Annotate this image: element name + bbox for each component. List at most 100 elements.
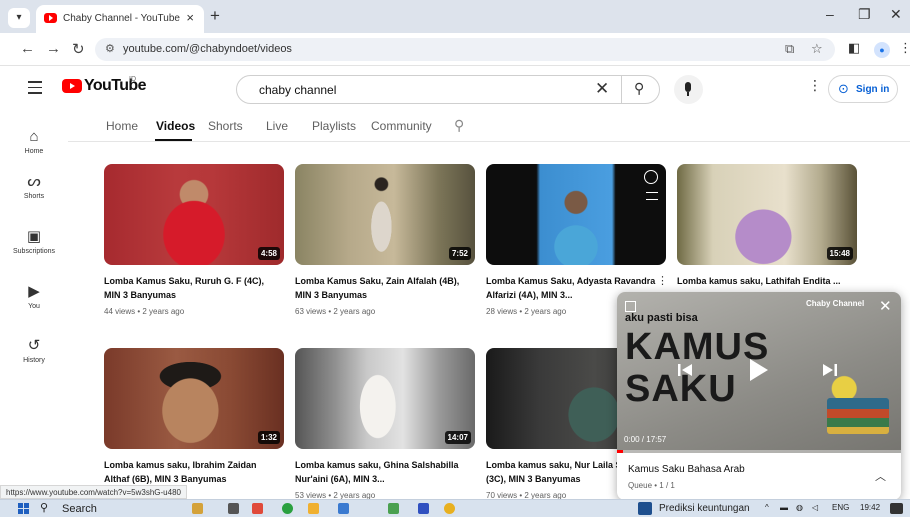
settings-menu-icon[interactable]: ⋮ <box>808 77 822 94</box>
back-arrow-icon[interactable]: ← <box>20 40 35 57</box>
video-thumbnail[interactable]: 7:52 <box>295 164 475 265</box>
chevron-up-icon[interactable]: ︿ <box>875 468 886 484</box>
miniplayer[interactable]: aku pasti bisa KAMUS SAKU Chaby Channel … <box>617 292 901 500</box>
tab-home[interactable]: Home <box>106 119 138 133</box>
guide-label: Subscriptions <box>12 248 56 255</box>
video-title[interactable]: Lomba Kamus Saku, Zain Alfalah (4B), MIN… <box>295 274 471 302</box>
network-icon[interactable]: ◍ <box>796 503 803 512</box>
taskbar-search-icon[interactable]: ⚲ <box>40 501 48 514</box>
new-tab-button[interactable]: + <box>210 6 220 26</box>
windows-start-icon[interactable] <box>18 503 29 514</box>
language-indicator[interactable]: ENG <box>832 503 849 512</box>
side-panel-icon[interactable]: ◧ <box>848 40 860 56</box>
search-box[interactable]: chaby channel ✕ ⚲ <box>236 75 660 104</box>
video-title[interactable]: Lomba kamus saku, Ghina Salshabilla Nur'… <box>295 458 471 486</box>
video-thumbnail[interactable]: 14:07 <box>295 348 475 449</box>
taskbar-app-icon[interactable] <box>418 503 429 514</box>
guide-item-you[interactable]: ▶ You <box>0 282 68 310</box>
guide-item-home[interactable]: ⌂ Home <box>0 128 68 155</box>
video-title[interactable]: Lomba kamus saku, Ibrahim Zaidan Althaf … <box>104 458 280 486</box>
channel-search-icon[interactable]: ⚲ <box>454 117 464 134</box>
tab-playlists[interactable]: Playlists <box>312 119 356 133</box>
guide-label: Shorts <box>23 193 45 200</box>
guide-item-subscriptions[interactable]: ▣ Subscriptions <box>0 227 68 255</box>
taskbar-app-icon[interactable] <box>282 503 293 514</box>
tab-community[interactable]: Community <box>371 119 432 133</box>
video-big-text-1: KAMUS <box>625 326 770 368</box>
video-thumbnail[interactable]: 1:32 <box>104 348 284 449</box>
miniplayer-close-icon[interactable]: ✕ <box>879 297 892 315</box>
chrome-icon[interactable] <box>444 503 455 514</box>
tab-videos[interactable]: Videos <box>156 119 195 133</box>
search-icon[interactable]: ⚲ <box>634 80 644 97</box>
guide-label: You <box>28 303 40 310</box>
taskbar-app-icon[interactable] <box>338 503 349 514</box>
miniplayer-time: 0:00 / 17:57 <box>624 435 667 444</box>
minimize-icon[interactable]: – <box>826 6 834 22</box>
tray-app-icon[interactable]: ▬ <box>780 503 788 512</box>
news-widget-icon[interactable] <box>638 502 652 515</box>
play-icon[interactable] <box>750 359 768 381</box>
home-icon: ⌂ <box>29 128 39 145</box>
guide-item-shorts[interactable]: ᔕ Shorts <box>0 172 68 200</box>
taskbar-search-label[interactable]: Search <box>62 503 97 515</box>
browser-tab-strip: ▾ Chaby Channel - YouTube × + – ❐ ✕ <box>0 0 910 33</box>
url-text[interactable]: youtube.com/@chabyndoet/videos <box>123 43 292 55</box>
tab-close-icon[interactable]: × <box>186 10 194 25</box>
video-duration: 4:58 <box>257 247 280 260</box>
miniplayer-video[interactable]: aku pasti bisa KAMUS SAKU Chaby Channel … <box>617 292 901 453</box>
guide-menu-icon[interactable] <box>28 81 42 98</box>
window-close-icon[interactable]: ✕ <box>890 6 902 23</box>
books-illustration <box>827 398 889 434</box>
bookmark-star-icon[interactable]: ☆ <box>811 41 823 57</box>
taskbar-widget-icon[interactable] <box>192 503 203 514</box>
youtube-wordmark[interactable]: YouTube <box>84 77 146 95</box>
youtube-logo-icon[interactable] <box>62 79 82 93</box>
clear-search-icon[interactable]: ✕ <box>595 79 609 99</box>
previous-icon[interactable] <box>677 362 693 378</box>
video-thumbnail[interactable]: 4:58 <box>104 164 284 265</box>
browser-tab[interactable]: Chaby Channel - YouTube × <box>36 5 204 33</box>
task-view-icon[interactable] <box>228 503 239 514</box>
tab-live[interactable]: Live <box>266 119 288 133</box>
tray-chevron-icon[interactable]: ^ <box>765 503 769 512</box>
video-title[interactable]: Lomba Kamus Saku, Ruruh G. F (4C), MIN 3… <box>104 274 280 302</box>
guide-item-history[interactable]: ↺ History <box>0 336 68 364</box>
video-title[interactable]: Lomba kamus saku, Lathifah Endita ... <box>677 274 853 288</box>
watch-later-icon[interactable] <box>644 170 658 184</box>
notification-icon[interactable] <box>890 503 903 514</box>
search-input[interactable]: chaby channel <box>259 83 336 97</box>
account-circle-icon: ⊙ <box>838 81 849 96</box>
forward-arrow-icon[interactable]: → <box>46 40 61 57</box>
video-thumbnail[interactable] <box>486 164 666 265</box>
next-icon[interactable] <box>822 362 838 378</box>
clock[interactable]: 19:42 <box>860 503 880 512</box>
site-settings-icon[interactable]: ⚙ <box>105 42 115 55</box>
youtube-favicon-icon <box>44 13 57 23</box>
video-thumbnail[interactable]: 15:48 <box>677 164 857 265</box>
video-action-menu-icon[interactable]: ⋮ <box>657 274 668 287</box>
taskbar-app-icon[interactable] <box>252 503 263 514</box>
video-duration: 7:52 <box>448 247 471 260</box>
taskbar-app-icon[interactable] <box>388 503 399 514</box>
volume-icon[interactable]: ◁ <box>812 503 818 512</box>
profile-avatar-icon[interactable]: ● <box>874 42 890 58</box>
miniplayer-progress-bar[interactable] <box>617 450 901 453</box>
video-slogan: aku pasti bisa <box>625 312 698 324</box>
install-app-icon[interactable]: ⧉ <box>785 41 794 57</box>
tab-search-chevron-icon[interactable]: ▾ <box>8 8 30 28</box>
miniplayer-channel: Chaby Channel <box>806 299 865 308</box>
maximize-icon[interactable]: ❐ <box>858 6 871 23</box>
browser-menu-icon[interactable]: ⋮ <box>899 40 910 56</box>
file-explorer-icon[interactable] <box>308 503 319 514</box>
voice-search-icon[interactable] <box>674 75 703 104</box>
address-bar[interactable]: ⚙ youtube.com/@chabyndoet/videos ⧉ ☆ <box>95 38 835 61</box>
expand-icon[interactable] <box>625 301 636 312</box>
sign-in-button[interactable]: ⊙ Sign in <box>828 75 898 103</box>
miniplayer-title[interactable]: Kamus Saku Bahasa Arab <box>628 464 745 475</box>
news-widget-label[interactable]: Prediksi keuntungan <box>659 503 750 514</box>
add-to-queue-icon[interactable] <box>646 192 658 200</box>
reload-icon[interactable]: ↻ <box>72 40 85 58</box>
tab-shorts[interactable]: Shorts <box>208 119 243 133</box>
you-icon: ▶ <box>28 283 40 300</box>
